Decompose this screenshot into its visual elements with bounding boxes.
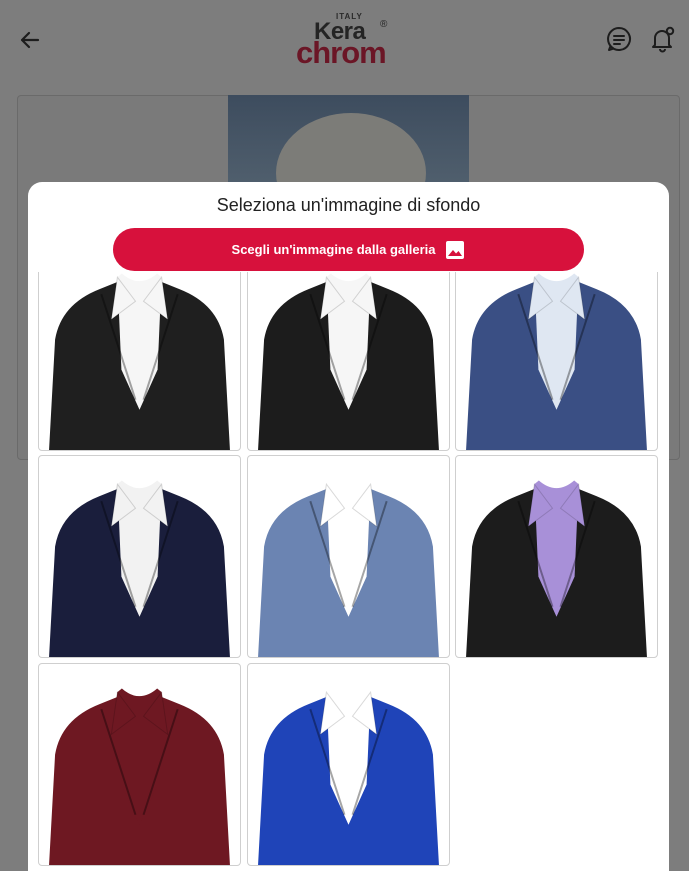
logo-chrom-text: chrom	[296, 35, 387, 70]
clothing-template-image	[258, 664, 439, 865]
background-grid	[38, 272, 659, 871]
background-option-black-blazer-lilac-blouse[interactable]	[455, 455, 658, 658]
background-option-blue-tweed-blazer-light-blue-shirt[interactable]	[455, 272, 658, 451]
arrow-left-icon	[20, 31, 40, 49]
kerachrom-logo: ITALY Kera ® chrom	[296, 12, 406, 68]
background-option-burgundy-knit-cardigan[interactable]	[38, 663, 241, 866]
background-option-navy-striped-blouse-white-collar[interactable]	[38, 455, 241, 658]
bell-icon	[652, 26, 675, 53]
photo-preview	[228, 95, 469, 195]
dialog-title: Seleziona un'immagine di sfondo	[216, 195, 481, 215]
choose-from-gallery-button[interactable]: Scegli un'immagine dalla galleria	[113, 228, 584, 271]
chat-button[interactable]	[605, 24, 633, 54]
background-option-black-blazer-white-shirt-2[interactable]	[247, 272, 450, 451]
background-option-royal-blue-jacket-lace-collar[interactable]	[247, 663, 450, 866]
background-picker-dialog: Seleziona un'immagine di sfondo Scegli u…	[28, 182, 669, 871]
choose-from-gallery-label: Scegli un'immagine dalla galleria	[231, 242, 436, 257]
chat-bubble-icon	[607, 27, 631, 51]
app-bar: ITALY Kera ® chrom	[0, 0, 689, 80]
clothing-template-image	[258, 456, 439, 657]
clothing-template-image	[49, 272, 230, 450]
back-button[interactable]	[14, 26, 46, 54]
notifications-button[interactable]	[649, 24, 677, 54]
background-option-blue-denim-vest-white-shirt[interactable]	[247, 455, 450, 658]
clothing-template-image	[49, 456, 230, 657]
clothing-template-image	[466, 456, 647, 657]
image-icon	[446, 240, 465, 259]
clothing-template-image	[49, 664, 230, 865]
clothing-template-image	[258, 272, 439, 450]
background-option-black-blazer-white-shirt[interactable]	[38, 272, 241, 451]
logo-registered-mark: ®	[380, 19, 388, 30]
clothing-template-image	[466, 272, 647, 450]
